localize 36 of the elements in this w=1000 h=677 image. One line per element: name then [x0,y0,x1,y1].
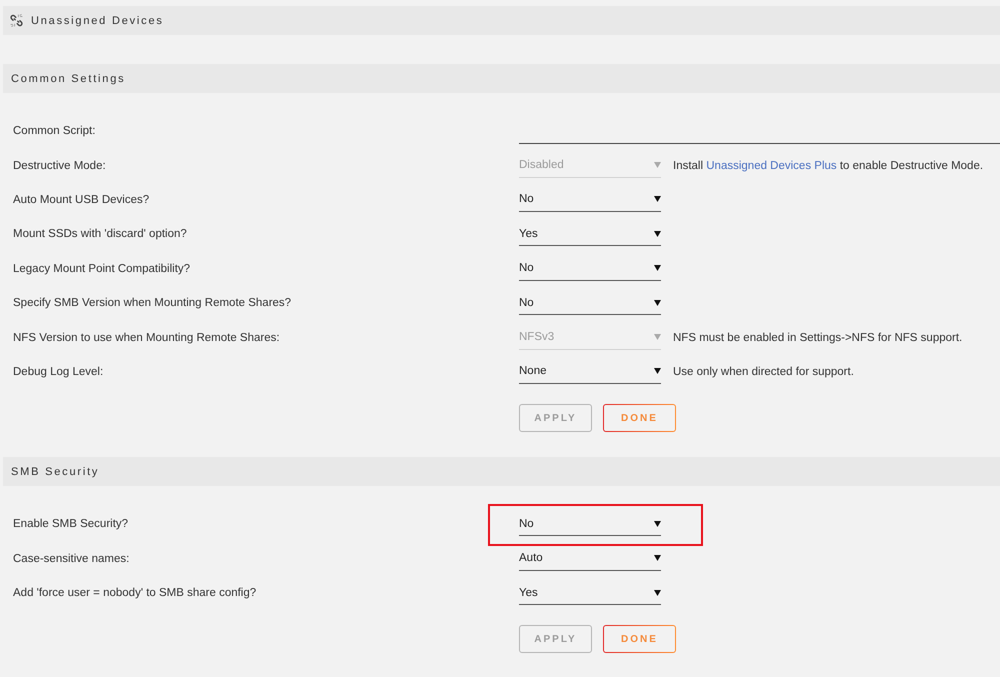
caret-icon [654,368,661,374]
setting-label: Add 'force user = nobody' to SMB share config? [13,587,258,600]
dropdown[interactable]: No [519,512,661,536]
caret-icon [654,230,661,237]
setting-label: Mount SSDs with 'discard' option? [13,228,188,240]
setting-label: NFS Version to use when Mounting Remote Shares: [13,332,281,344]
caret-icon [654,265,661,272]
caret-icon [654,590,661,596]
help-text: Install Unassigned Devices Plus to enable Destructive Mode. [673,160,984,172]
setting-label: Debug Log Level: [13,366,104,378]
dropdown[interactable]: None [519,360,661,384]
dropdown[interactable]: No [519,256,661,281]
dropdown[interactable]: Yes [519,581,661,606]
caret-icon [654,520,661,527]
setting-label: Common Script: [13,125,96,138]
section-title: Common Settings [11,72,126,84]
setting-label: Auto Mount USB Devices? [13,194,150,206]
page-title: Unassigned Devices [31,14,164,26]
help-text: Use only when directed for support. [673,366,855,378]
broken-chain-icon [10,14,23,27]
dropdown[interactable]: Yes [519,222,661,246]
dropdown[interactable]: No [519,291,661,316]
setting-label: Destructive Mode: [13,160,107,172]
dropdown[interactable]: No [519,188,661,212]
caret-icon [654,555,661,562]
help-text: NFS must be enabled in Settings->NFS for NFS support. [673,332,964,344]
caret-icon [654,334,661,340]
setting-label: Enable SMB Security? [13,518,130,530]
caret-icon [654,300,661,306]
setting-label: Specify SMB Version when Mounting Remote Shares? [13,297,292,310]
caret-icon [654,162,661,168]
setting-label: Legacy Mount Point Compatibility? [13,262,192,275]
caret-icon [654,196,661,202]
setting-label: Case-sensitive names: [13,552,130,565]
dropdown[interactable]: Auto [519,546,661,571]
section-title: SMB Security [11,466,100,478]
